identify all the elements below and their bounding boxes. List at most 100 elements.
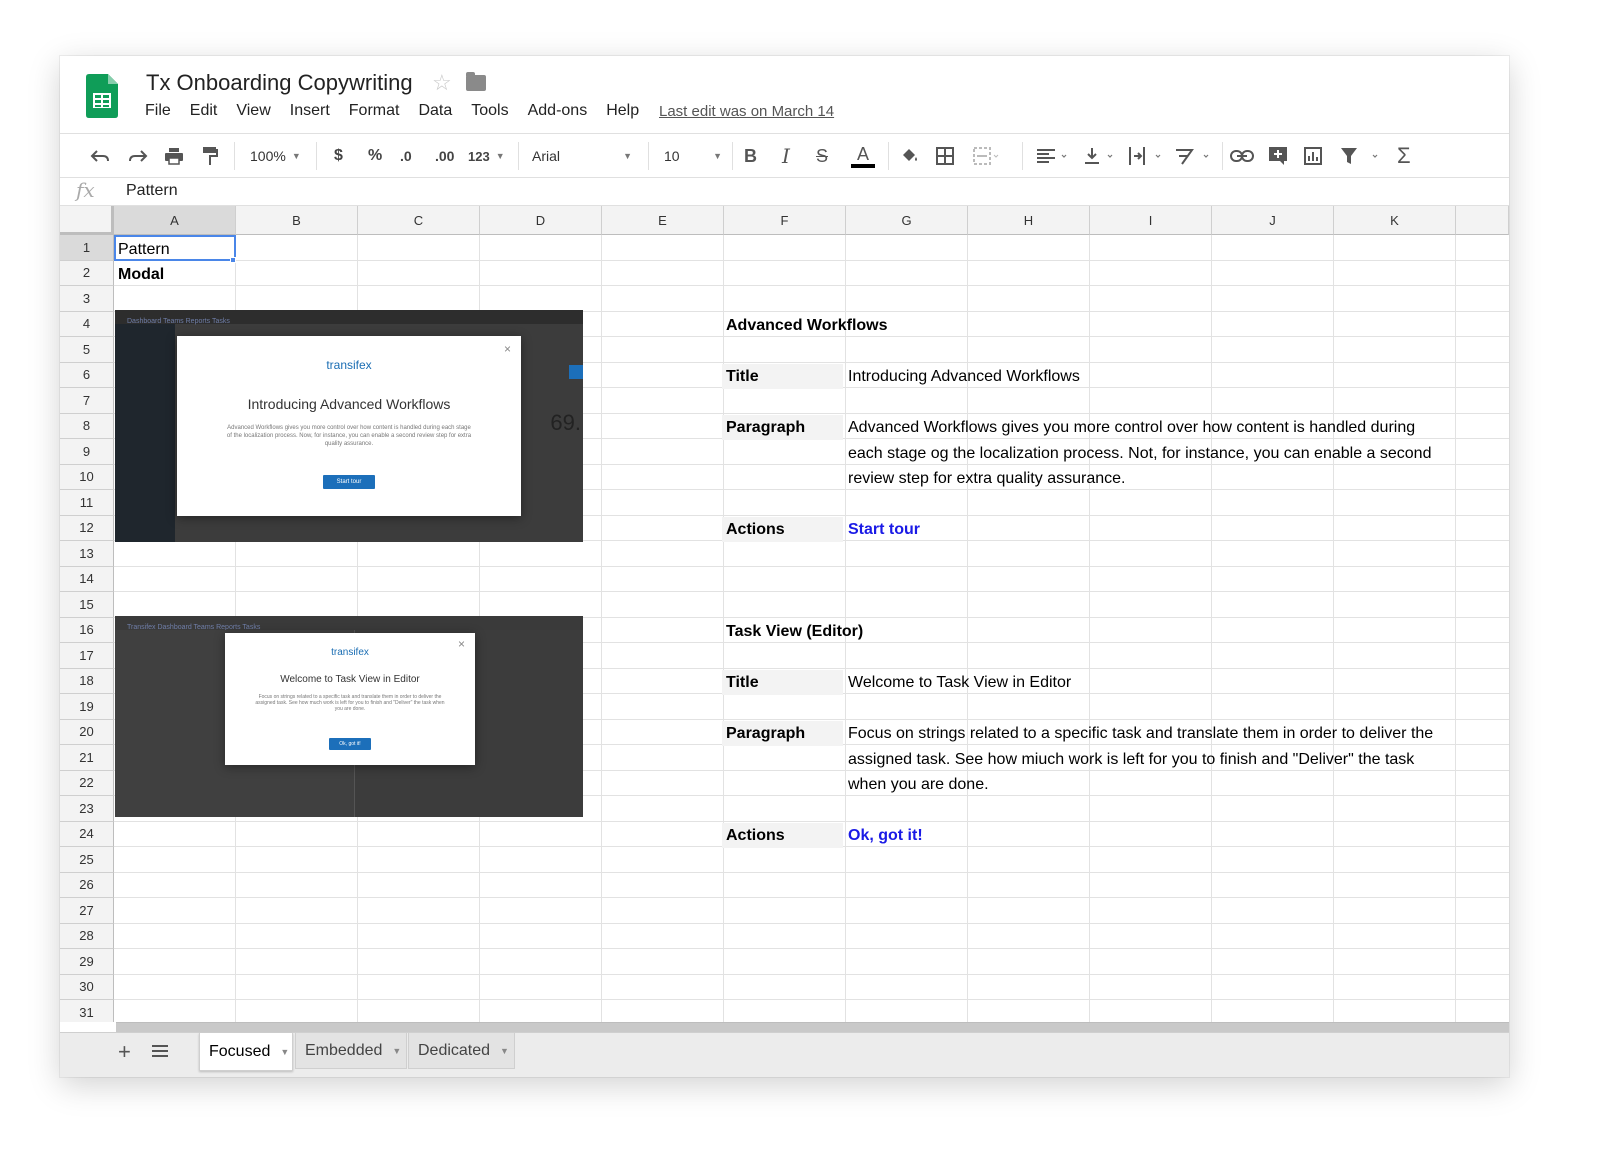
last-edit-link[interactable]: Last edit was on March 14: [659, 103, 834, 120]
value-action-ok-got-it[interactable]: Ok, got it!: [848, 823, 923, 848]
column-header-h[interactable]: H: [968, 206, 1090, 235]
column-header-j[interactable]: J: [1212, 206, 1334, 235]
chevron-down-icon[interactable]: ▼: [280, 1047, 289, 1057]
row-header-8[interactable]: 8: [60, 413, 114, 439]
label-actions[interactable]: Actions: [722, 517, 843, 542]
fill-handle[interactable]: [230, 257, 236, 263]
value-paragraph-line[interactable]: when you are done.: [848, 772, 989, 797]
column-header-d[interactable]: D: [480, 206, 602, 235]
borders-icon[interactable]: [936, 134, 954, 178]
paint-format-icon[interactable]: [202, 134, 218, 178]
row-header-18[interactable]: 18: [60, 668, 114, 694]
embedded-screenshot-advanced-workflows[interactable]: Dashboard Teams Reports Tasks 69. × tran…: [115, 310, 583, 542]
label-paragraph[interactable]: Paragraph: [722, 721, 843, 746]
sheet-tab-dedicated[interactable]: Dedicated ▼: [408, 1033, 515, 1069]
sheet-tab-focused[interactable]: Focused ▼: [199, 1033, 293, 1071]
row-header-15[interactable]: 15: [60, 592, 114, 618]
column-header-i[interactable]: I: [1090, 206, 1212, 235]
bold-button[interactable]: B: [744, 134, 757, 178]
more-formats-select[interactable]: 123 ▼: [468, 134, 505, 178]
row-header-19[interactable]: 19: [60, 694, 114, 720]
row-header-7[interactable]: 7: [60, 388, 114, 414]
formula-input[interactable]: Pattern: [126, 182, 178, 200]
star-icon[interactable]: ☆: [432, 70, 452, 96]
value-paragraph-line[interactable]: review step for extra quality assurance.: [848, 466, 1125, 491]
text-wrap-icon[interactable]: [1128, 134, 1164, 178]
chevron-down-icon[interactable]: ▼: [500, 1046, 509, 1056]
currency-format-button[interactable]: $: [334, 134, 343, 178]
label-title[interactable]: Title: [722, 364, 843, 389]
insert-chart-icon[interactable]: [1304, 134, 1322, 178]
horizontal-scrollbar[interactable]: [116, 1022, 1509, 1032]
value-paragraph-line[interactable]: Advanced Workflows gives you more contro…: [848, 415, 1415, 440]
text-rotation-icon[interactable]: [1174, 134, 1212, 178]
value-action-start-tour[interactable]: Start tour: [848, 517, 920, 542]
filter-icon[interactable]: [1340, 134, 1380, 178]
menu-view[interactable]: View: [236, 102, 270, 120]
all-sheets-menu-icon[interactable]: [152, 1045, 168, 1060]
row-header-11[interactable]: 11: [60, 490, 114, 516]
undo-icon[interactable]: [90, 134, 110, 178]
horizontal-align-icon[interactable]: [1036, 134, 1068, 178]
menu-file[interactable]: File: [145, 102, 171, 120]
row-header-1[interactable]: 1: [60, 235, 114, 261]
row-header-29[interactable]: 29: [60, 949, 114, 975]
row-header-25[interactable]: 25: [60, 847, 114, 873]
column-header-a[interactable]: A: [114, 206, 236, 235]
row-header-2[interactable]: 2: [60, 260, 114, 286]
text-color-button[interactable]: A: [850, 134, 876, 178]
print-icon[interactable]: [164, 134, 184, 178]
row-header-27[interactable]: 27: [60, 898, 114, 924]
cell-a2[interactable]: Modal: [118, 262, 164, 287]
sheet-tab-embedded[interactable]: Embedded ▼: [295, 1033, 407, 1069]
functions-button[interactable]: Σ: [1397, 134, 1411, 178]
zoom-select[interactable]: 100% ▼: [250, 134, 301, 178]
menu-help[interactable]: Help: [606, 102, 639, 120]
row-header-9[interactable]: 9: [60, 439, 114, 465]
row-header-14[interactable]: 14: [60, 566, 114, 592]
row-header-24[interactable]: 24: [60, 821, 114, 847]
row-header-28[interactable]: 28: [60, 923, 114, 949]
strikethrough-button[interactable]: S: [816, 134, 828, 178]
menu-insert[interactable]: Insert: [290, 102, 330, 120]
value-title[interactable]: Introducing Advanced Workflows: [848, 364, 1080, 389]
insert-comment-icon[interactable]: [1268, 134, 1288, 178]
value-paragraph-line[interactable]: assigned task. See how miuch work is lef…: [848, 747, 1414, 772]
row-header-23[interactable]: 23: [60, 796, 114, 822]
menu-data[interactable]: Data: [418, 102, 452, 120]
add-sheet-icon[interactable]: +: [118, 1039, 131, 1065]
embedded-screenshot-task-view[interactable]: Transifex Dashboard Teams Reports Tasks …: [115, 616, 583, 817]
chevron-down-icon[interactable]: ▼: [392, 1046, 401, 1056]
row-header-13[interactable]: 13: [60, 541, 114, 567]
label-actions[interactable]: Actions: [722, 823, 843, 848]
row-header-6[interactable]: 6: [60, 362, 114, 388]
section-heading-task-view[interactable]: Task View (Editor): [726, 619, 863, 644]
row-header-30[interactable]: 30: [60, 974, 114, 1000]
select-all-corner[interactable]: [60, 206, 114, 235]
value-title[interactable]: Welcome to Task View in Editor: [848, 670, 1071, 695]
column-header-f[interactable]: F: [724, 206, 846, 235]
value-paragraph-line[interactable]: each stage og the localization process. …: [848, 441, 1431, 466]
label-title[interactable]: Title: [722, 670, 843, 695]
cell-a1[interactable]: Pattern: [118, 237, 170, 262]
row-header-21[interactable]: 21: [60, 745, 114, 771]
insert-link-icon[interactable]: [1230, 134, 1254, 178]
column-header-g[interactable]: G: [846, 206, 968, 235]
menu-tools[interactable]: Tools: [471, 102, 508, 120]
merge-cells-icon[interactable]: [973, 134, 999, 178]
document-title[interactable]: Tx Onboarding Copywriting: [146, 70, 413, 96]
column-header-b[interactable]: B: [236, 206, 358, 235]
row-header-20[interactable]: 20: [60, 719, 114, 745]
fill-color-icon[interactable]: [900, 134, 920, 178]
row-header-12[interactable]: 12: [60, 515, 114, 541]
row-header-22[interactable]: 22: [60, 770, 114, 796]
font-size-select[interactable]: 10 ▼: [664, 134, 722, 178]
increase-decimals-button[interactable]: .00: [435, 134, 454, 178]
section-heading-advanced-workflows[interactable]: Advanced Workflows: [726, 313, 888, 338]
row-header-5[interactable]: 5: [60, 337, 114, 363]
decrease-decimals-button[interactable]: .0: [400, 134, 412, 178]
font-family-select[interactable]: Arial ▼: [532, 134, 632, 178]
value-paragraph-line[interactable]: Focus on strings related to a specific t…: [848, 721, 1433, 746]
menu-edit[interactable]: Edit: [190, 102, 218, 120]
sheet-grid[interactable]: ABCDEFGHIJK 1 2 3 4 5 6 7 8 9 10 11 12 13 14 15 16 17 18 1…: [60, 206, 1509, 1022]
